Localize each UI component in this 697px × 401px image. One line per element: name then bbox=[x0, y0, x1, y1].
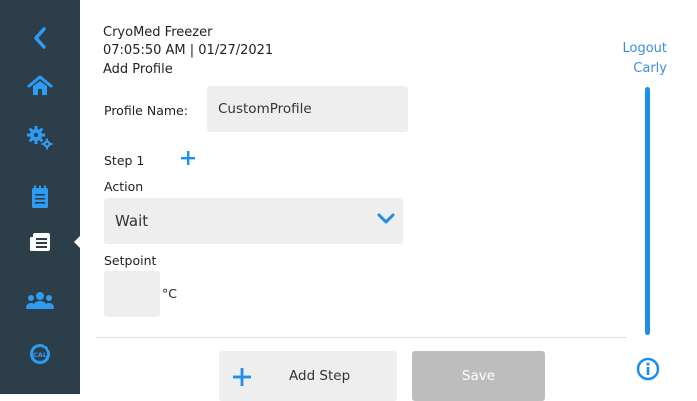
sidebar: CAL bbox=[0, 0, 86, 394]
plus-icon bbox=[233, 368, 251, 386]
user-name: Carly bbox=[633, 61, 667, 76]
back-chevron-icon bbox=[34, 27, 46, 49]
users-icon bbox=[26, 292, 54, 309]
svg-text:CAL: CAL bbox=[33, 351, 47, 359]
device-name: CryoMed Freezer bbox=[103, 25, 213, 40]
add-step-label: Add Step bbox=[289, 368, 351, 384]
setpoint-label: Setpoint bbox=[104, 253, 157, 268]
sidebar-item-calibration[interactable]: CAL bbox=[0, 328, 80, 380]
save-label: Save bbox=[461, 368, 496, 384]
profiles-icon bbox=[30, 233, 50, 251]
add-step-plus-icon[interactable] bbox=[180, 150, 196, 166]
logout-link[interactable]: Logout bbox=[622, 41, 667, 56]
divider bbox=[96, 337, 626, 338]
back-button[interactable] bbox=[0, 12, 80, 64]
settings-gears-icon bbox=[27, 126, 53, 150]
profile-name-input[interactable]: CustomProfile bbox=[207, 86, 408, 132]
sidebar-item-profiles[interactable] bbox=[0, 216, 80, 268]
datetime: 07:05:50 AM | 01/27/2021 bbox=[103, 43, 274, 58]
chevron-down-icon bbox=[377, 213, 395, 224]
sidebar-item-settings[interactable] bbox=[0, 112, 80, 164]
action-select-value: Wait bbox=[115, 212, 149, 230]
setpoint-input[interactable] bbox=[104, 271, 160, 317]
setpoint-unit: °C bbox=[162, 286, 177, 301]
profile-name-value: CustomProfile bbox=[218, 101, 312, 117]
action-select[interactable]: Wait bbox=[104, 198, 403, 244]
step-label: Step 1 bbox=[104, 153, 145, 168]
action-label: Action bbox=[104, 179, 144, 194]
active-indicator bbox=[74, 230, 86, 254]
sidebar-item-users[interactable] bbox=[0, 275, 80, 327]
page-title: Add Profile bbox=[103, 62, 173, 77]
profile-name-label: Profile Name: bbox=[104, 103, 188, 118]
info-icon[interactable] bbox=[636, 357, 660, 381]
calibration-icon: CAL bbox=[30, 344, 50, 364]
scrollbar[interactable] bbox=[645, 87, 650, 335]
notepad-icon bbox=[32, 185, 48, 208]
sidebar-item-home[interactable] bbox=[0, 60, 80, 112]
home-icon bbox=[27, 75, 53, 95]
